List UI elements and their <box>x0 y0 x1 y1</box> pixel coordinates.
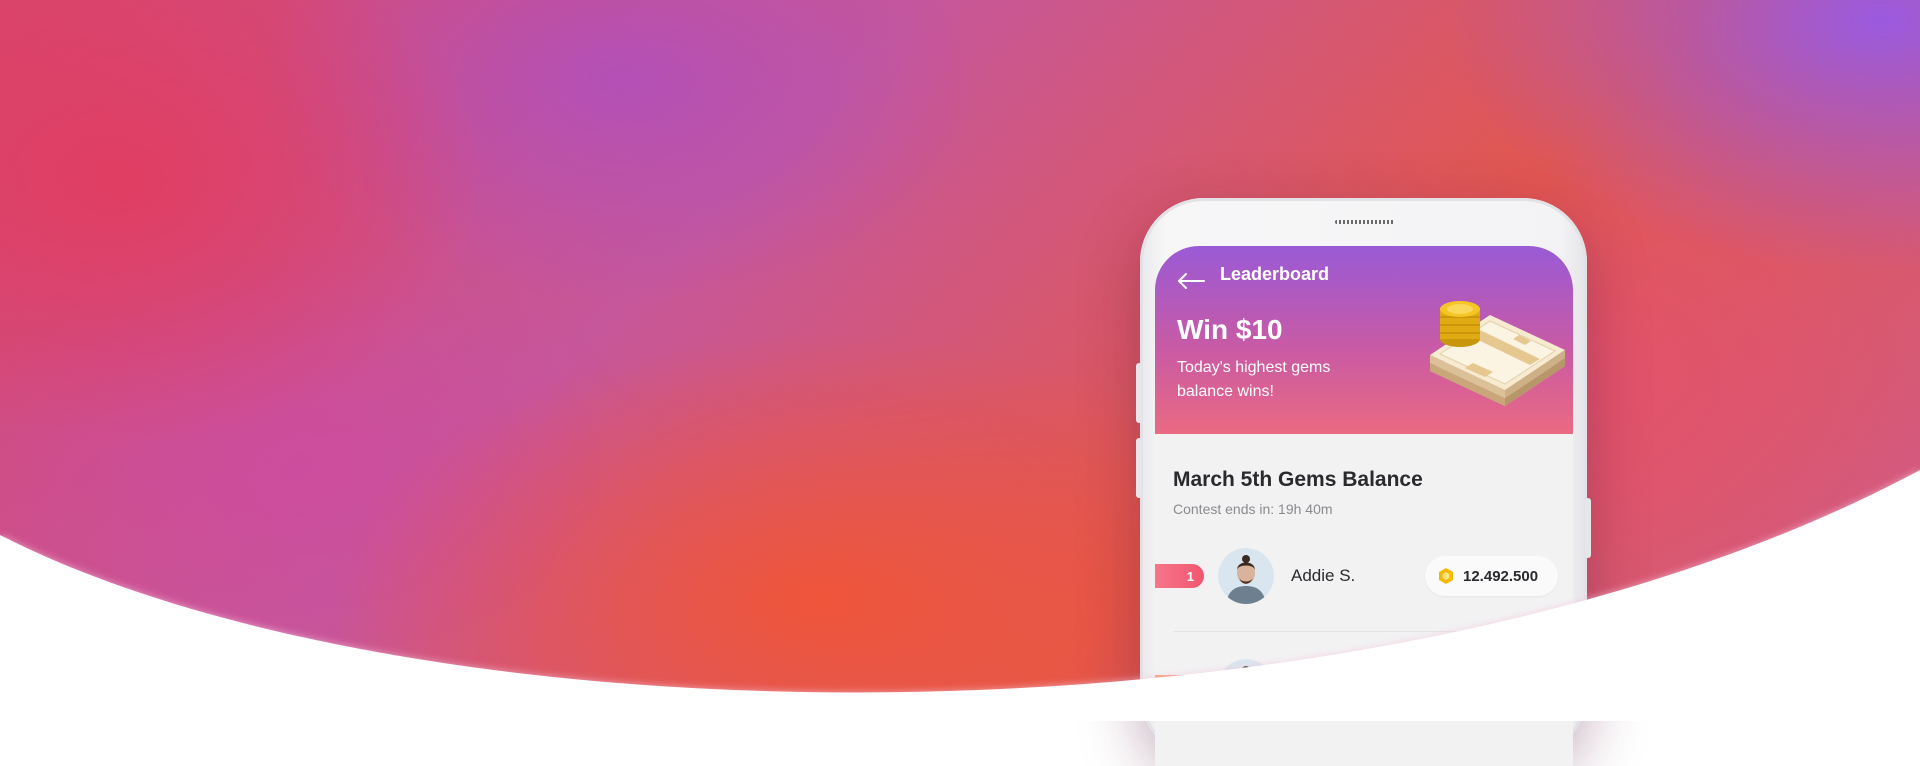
row-divider <box>1173 631 1573 632</box>
rank-badge: 2 <box>1155 675 1204 699</box>
avatar <box>1218 659 1274 715</box>
screen-title: Leaderboard <box>1220 264 1330 284</box>
phone-side-button-left <box>1136 363 1142 423</box>
contest-countdown: Contest ends in: 19h 40m <box>1173 501 1333 517</box>
phone-speaker <box>1335 220 1395 224</box>
promo-title: Win $10 <box>1177 314 1283 345</box>
promo-subtitle: Today's highest gems balance wins! <box>1177 359 1331 400</box>
gem-icon <box>1439 568 1453 584</box>
leaderboard-row[interactable]: 1 Addie S. 12.492.500 <box>1155 546 1573 624</box>
money-stack-icon <box>1430 301 1565 406</box>
gems-balance-pill: 12.492.500 <box>1425 556 1559 596</box>
rank-badge: 1 <box>1155 564 1204 588</box>
gems-value: 12.492.500 <box>1463 567 1539 585</box>
user-name: Addie S. <box>1291 566 1356 585</box>
app-screen: Leaderboard Win $10 Today's highest gems… <box>1155 246 1573 766</box>
phone-mockup: Leaderboard Win $10 Today's highest gems… <box>1136 198 1591 766</box>
promo-banner: Leaderboard Win $10 Today's highest gems… <box>1155 246 1573 434</box>
arrow-left-icon[interactable] <box>1176 271 1206 291</box>
hero-gradient-background <box>0 0 1920 721</box>
contest-title: March 5th Gems Balance <box>1173 468 1423 491</box>
leaderboard-row[interactable]: 2 <box>1155 657 1573 735</box>
phone-side-button-right <box>1585 498 1591 558</box>
avatar <box>1218 548 1274 604</box>
phone-side-button-left-2 <box>1136 438 1142 498</box>
